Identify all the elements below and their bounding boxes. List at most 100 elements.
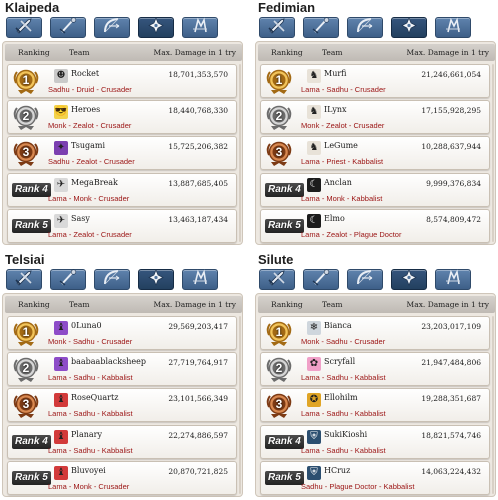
team-classes: Lama - Monk - Crusader <box>48 482 130 491</box>
rank-number: 2 <box>22 361 30 375</box>
tab-sword[interactable] <box>259 17 295 38</box>
rank-number: 1 <box>275 73 283 87</box>
team-classes: Lama - Monk - Crusader <box>48 194 130 203</box>
tab-scout[interactable] <box>435 17 471 38</box>
max-damage-value: 9,999,376,834 <box>426 179 481 188</box>
team-classes: Sadhu - Druid - Crusader <box>48 85 132 94</box>
staff-icon <box>310 17 332 38</box>
ranking-row[interactable]: 2 😎 Heroes 18,440,768,330 Monk - Zealot - Cr… <box>7 100 237 134</box>
tab-sword[interactable] <box>6 17 42 38</box>
ranking-row[interactable]: Rank 4 ✈ MegaBreak 13,887,685,405 Lama - Mon… <box>7 173 237 207</box>
ranking-row[interactable]: Rank 4 ⛨ SukiKioshi 18,821,574,746 Lama - Sa… <box>260 425 490 459</box>
tab-cross[interactable] <box>391 17 427 38</box>
horse-icon: ♞ <box>307 141 321 155</box>
scrollbar[interactable] <box>492 64 494 242</box>
scout-icon <box>189 269 211 290</box>
scrollbar[interactable] <box>239 316 241 494</box>
team-leader-name: Planary <box>71 430 102 439</box>
rank-label: Rank 4 <box>12 435 51 449</box>
server-panel-silute: Silute Ranking Team Max. Damage in 1 try 1 ❄ B… <box>253 252 496 497</box>
sunglasses-face-icon: 😎 <box>54 105 68 119</box>
class-tabs <box>2 17 243 39</box>
max-damage-value: 18,821,574,746 <box>421 431 481 440</box>
ranking-row[interactable]: 1 ☻ Rocket 18,701,353,570 Sadhu - Druid - Cr… <box>7 64 237 98</box>
tab-cross[interactable] <box>138 269 174 290</box>
ranking-row[interactable]: Rank 5 ⛨ HCruz 14,063,224,432 Sadhu - Plague… <box>260 461 490 495</box>
staff-icon <box>310 269 332 290</box>
tab-cross[interactable] <box>391 269 427 290</box>
tab-staff[interactable] <box>303 269 339 290</box>
max-damage-value: 8,574,809,472 <box>426 215 481 224</box>
ranking-row[interactable]: Rank 5 ♝ Bluvoyei 20,870,721,825 Lama - Monk… <box>7 461 237 495</box>
ranking-row[interactable]: 3 ✦ Tsugami 15,725,206,382 Sadhu - Zealot - … <box>7 136 237 170</box>
class-tabs <box>255 17 496 39</box>
sword-icon <box>13 269 35 290</box>
gold-emblem-icon: ✪ <box>307 393 321 407</box>
team-header: Team <box>322 300 343 309</box>
bird-icon: ✈ <box>54 178 68 192</box>
ranking-row[interactable]: Rank 5 ☾ Elmo 8,574,809,472 Lama - Zealot - … <box>260 209 490 243</box>
bronze-medal-icon: 3 <box>265 141 293 167</box>
rank-number: 1 <box>22 73 30 87</box>
tab-bow[interactable] <box>347 269 383 290</box>
team-leader-name: Sasy <box>71 214 90 223</box>
tab-scout[interactable] <box>435 269 471 290</box>
ranking-header: Ranking <box>18 48 50 57</box>
snowflake-icon: ❄ <box>307 321 321 335</box>
rank-number: 1 <box>22 325 30 339</box>
scrollbar[interactable] <box>492 316 494 494</box>
purple-crane-icon: ♝ <box>54 321 68 335</box>
tab-staff[interactable] <box>303 17 339 38</box>
team-classes: Monk - Zealot - Crusader <box>301 121 385 130</box>
team-classes: Lama - Sadhu - Kabbalist <box>301 373 386 382</box>
ranking-row[interactable]: Rank 5 ✈ Sasy 13,463,187,434 Lama - Zealot -… <box>7 209 237 243</box>
tab-staff[interactable] <box>50 269 86 290</box>
red-crane-icon: ♝ <box>54 393 68 407</box>
tab-scout[interactable] <box>182 269 218 290</box>
rank-number: 3 <box>22 397 30 411</box>
tab-scout[interactable] <box>182 17 218 38</box>
team-leader-name: Elmo <box>324 214 345 223</box>
scrollbar[interactable] <box>239 64 241 242</box>
team-classes: Lama - Priest - Kabbalist <box>301 157 384 166</box>
tab-sword[interactable] <box>259 269 295 290</box>
cross-icon <box>398 17 420 38</box>
moon-icon: ☾ <box>307 178 321 192</box>
ranking-row[interactable]: Rank 4 ♝ Planary 22,274,886,597 Lama - Sadhu… <box>7 425 237 459</box>
silver-medal-icon: 2 <box>12 105 40 131</box>
ranking-header: Ranking <box>271 300 303 309</box>
ranking-row[interactable]: 1 ♞ Murfi 21,246,661,054 Lama - Sadhu - Crus… <box>260 64 490 98</box>
ranking-row[interactable]: Rank 4 ☾ Anclan 9,999,376,834 Lama - Monk - … <box>260 173 490 207</box>
ranking-row[interactable]: 1 ❄ Bianca 23,203,017,109 Monk - Sadhu - Cru… <box>260 316 490 350</box>
team-classes: Lama - Sadhu - Crusader <box>301 85 386 94</box>
ranking-row[interactable]: 2 ♝ baabaablacksheep 27,719,764,917 Lama - S… <box>7 352 237 386</box>
horse-icon: ♞ <box>307 105 321 119</box>
team-leader-name: Rocket <box>71 69 100 78</box>
max-damage-value: 22,274,886,597 <box>168 431 228 440</box>
ranking-row[interactable]: 2 ♞ ILynx 17,155,928,295 Monk - Zealot - Cru… <box>260 100 490 134</box>
ranking-row[interactable]: 3 ♞ LeGume 10,288,637,944 Lama - Priest - Ka… <box>260 136 490 170</box>
rank-label: Rank 4 <box>265 183 304 197</box>
purple-crane-icon: ♝ <box>54 357 68 371</box>
ranking-header: Ranking <box>271 48 303 57</box>
tab-bow[interactable] <box>94 269 130 290</box>
team-classes: Lama - Sadhu - Kabbalist <box>48 409 133 418</box>
tab-staff[interactable] <box>50 17 86 38</box>
shield-icon: ⛨ <box>307 430 321 444</box>
ranking-row[interactable]: 1 ♝ 0Luna0 29,569,203,417 Monk - Sadhu - Cru… <box>7 316 237 350</box>
tab-cross[interactable] <box>138 17 174 38</box>
server-title: Fedimian <box>258 0 316 15</box>
team-leader-name: Bluvoyei <box>71 466 106 475</box>
cross-icon <box>145 269 167 290</box>
tab-sword[interactable] <box>6 269 42 290</box>
ranking-row[interactable]: 3 ♝ RoseQuartz 23,101,566,349 Lama - Sadhu -… <box>7 388 237 422</box>
tab-bow[interactable] <box>94 17 130 38</box>
ranking-row[interactable]: 2 ✿ Scryfall 21,947,484,806 Lama - Sadhu - K… <box>260 352 490 386</box>
team-leader-name: Tsugami <box>71 141 106 150</box>
gold-medal-icon: 1 <box>12 321 40 347</box>
ranking-row[interactable]: 3 ✪ Ellohilm 19,288,351,687 Lama - Sadhu - K… <box>260 388 490 422</box>
bird-icon: ✈ <box>54 214 68 228</box>
tab-bow[interactable] <box>347 17 383 38</box>
max-damage-value: 21,246,661,054 <box>421 70 481 79</box>
board-header: Ranking Team Max. Damage in 1 try <box>258 44 495 61</box>
